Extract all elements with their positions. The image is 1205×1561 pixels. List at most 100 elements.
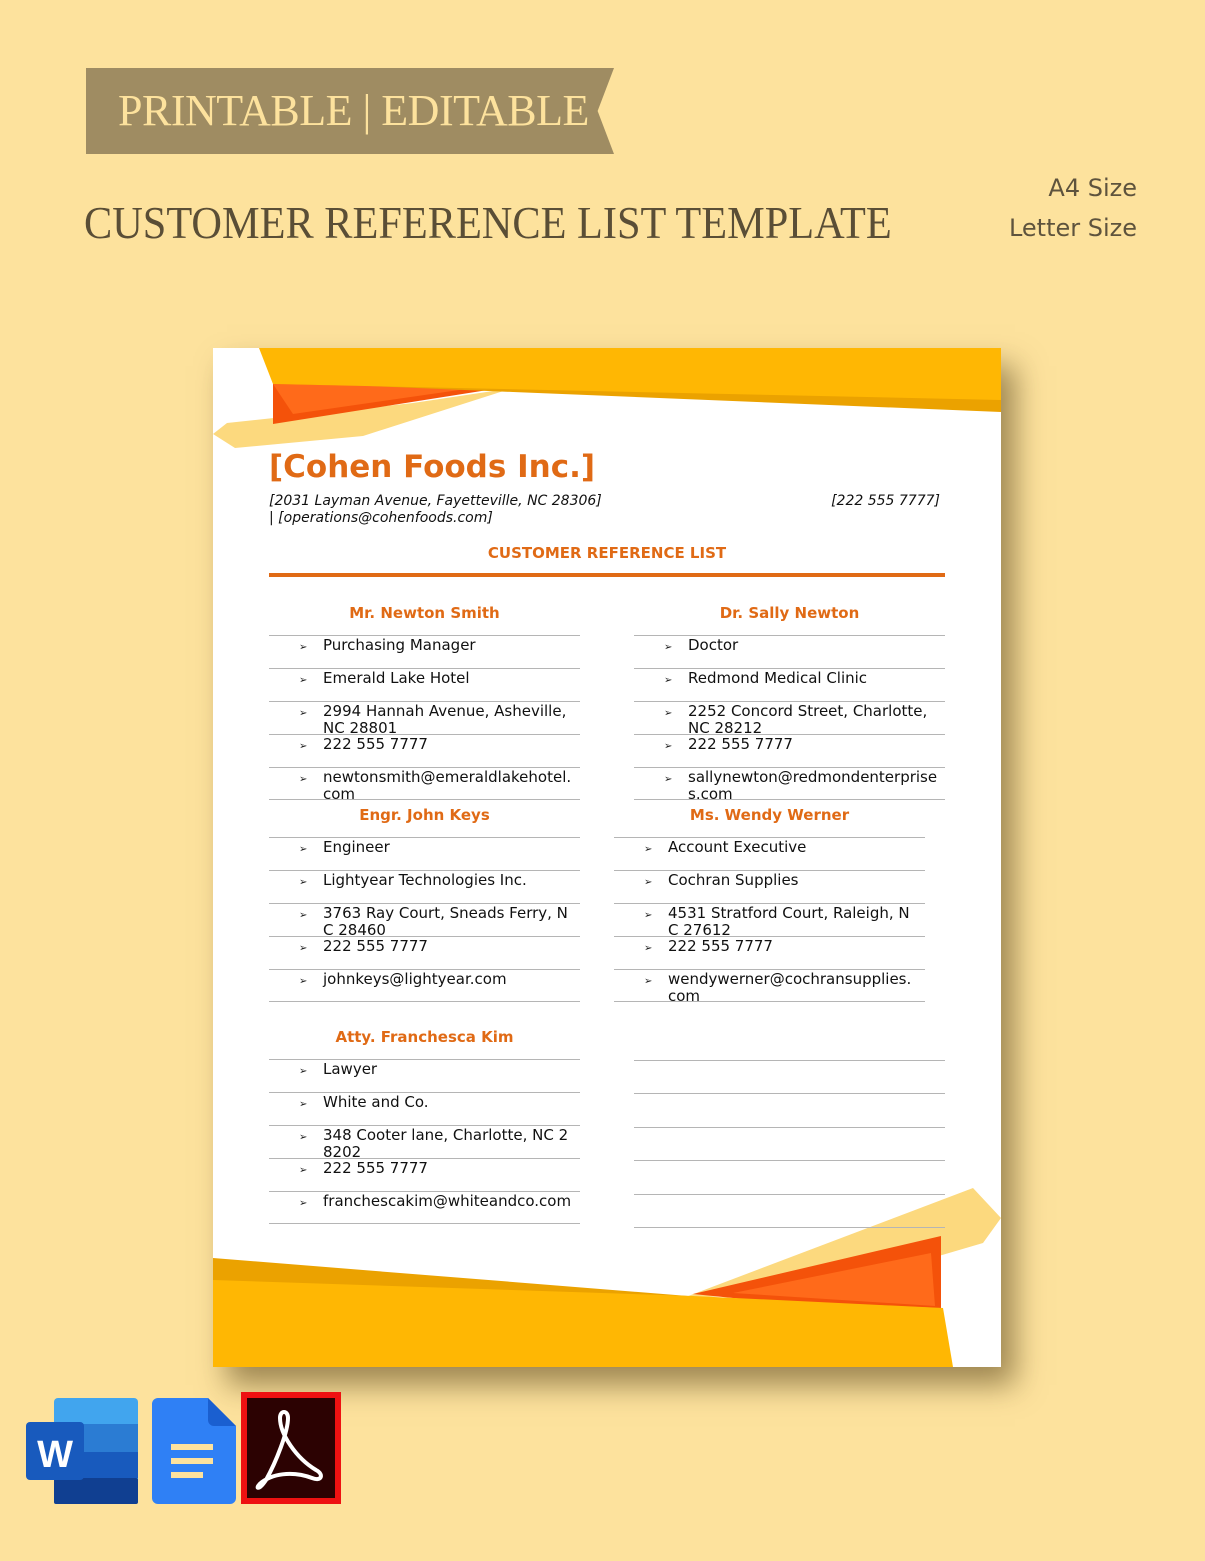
arrow-bullet-icon: ➢ — [664, 741, 673, 752]
arrow-bullet-icon: ➢ — [644, 877, 653, 888]
arrow-bullet-icon: ➢ — [664, 774, 673, 785]
company-email: | [operations@cohenfoods.com] — [269, 510, 493, 526]
reference-company: White and Co. — [323, 1093, 429, 1111]
reference-name: Dr. Sally Newton — [719, 604, 860, 622]
arrow-bullet-icon: ➢ — [664, 708, 673, 719]
reference-title: Engineer — [323, 838, 390, 856]
size-option-a4: A4 Size — [1048, 174, 1137, 202]
document-preview: [Cohen Foods Inc.] [2031 Layman Avenue, … — [213, 348, 1001, 1367]
reference-address: 348 Cooter lane, Charlotte, NC 28202 — [323, 1126, 569, 1161]
reference-company: Emerald Lake Hotel — [323, 669, 470, 687]
reference-detail-row: ➢ 222 555 7777 — [614, 936, 925, 969]
reference-detail-row: ➢ Emerald Lake Hotel — [269, 668, 580, 701]
reference-detail-row: ➢ 222 555 7777 — [269, 734, 580, 767]
reference-email: newtonsmith@emeraldlakehotel.com — [323, 768, 572, 803]
reference-detail-row: ➢ wendywerner@cochransupplies.com — [614, 969, 925, 1005]
reference-title: Lawyer — [323, 1060, 378, 1078]
google-docs-icon — [152, 1398, 236, 1504]
reference-email: wendywerner@cochransupplies.com — [668, 970, 912, 1005]
reference-detail-row: ➢ Purchasing Manager — [269, 635, 580, 668]
reference-phone: 222 555 7777 — [323, 937, 428, 955]
reference-detail-row: ➢ 222 555 7777 — [269, 1158, 580, 1191]
arrow-bullet-icon: ➢ — [299, 1165, 308, 1176]
reference-name: Ms. Wendy Werner — [689, 806, 850, 824]
reference-address: 4531 Stratford Court, Raleigh, NC 27612 — [668, 904, 910, 939]
arrow-bullet-icon: ➢ — [299, 675, 308, 686]
reference-detail-row: ➢ 222 555 7777 — [269, 936, 580, 969]
reference-detail-row: ➢ White and Co. — [269, 1092, 580, 1125]
company-phone: [222 555 7777] — [831, 493, 940, 509]
ribbon-label: PRINTABLE | EDITABLE — [118, 86, 589, 135]
adobe-pdf-icon — [241, 1392, 341, 1504]
arrow-bullet-icon: ➢ — [299, 877, 308, 888]
blank-line — [634, 1193, 945, 1227]
reference-detail-row: ➢ Redmond Medical Clinic — [634, 668, 945, 701]
blank-line — [634, 1160, 945, 1193]
reference-detail-row: ➢ Doctor — [634, 635, 945, 668]
reference-detail-row: ➢ johnkeys@lightyear.com — [269, 969, 580, 1002]
arrow-bullet-icon: ➢ — [299, 1198, 308, 1209]
blank-reference-slot — [634, 1060, 945, 1260]
reference-detail-row: ➢ 2252 Concord Street, Charlotte, NC 2821… — [634, 701, 945, 737]
reference-phone: 222 555 7777 — [323, 735, 428, 753]
document-heading: CUSTOMER REFERENCE LIST — [487, 544, 727, 562]
arrow-bullet-icon: ➢ — [299, 976, 308, 987]
reference-detail-row: ➢ Lawyer — [269, 1059, 580, 1092]
arrow-bullet-icon: ➢ — [299, 741, 308, 752]
reference-phone: 222 555 7777 — [323, 1159, 428, 1177]
arrow-bullet-icon: ➢ — [299, 910, 308, 921]
arrow-bullet-icon: ➢ — [644, 976, 653, 987]
arrow-bullet-icon: ➢ — [299, 1099, 308, 1110]
arrow-bullet-icon: ➢ — [299, 1066, 308, 1077]
page-title: CUSTOMER REFERENCE LIST TEMPLATE — [84, 197, 892, 248]
blank-line — [634, 1226, 945, 1260]
reference-title: Account Executive — [668, 838, 807, 856]
blank-line — [634, 1126, 945, 1160]
reference-detail-row: ➢ 348 Cooter lane, Charlotte, NC 28202 — [269, 1125, 580, 1161]
reference-name: Atty. Franchesca Kim — [335, 1028, 514, 1046]
reference-title: Purchasing Manager — [323, 636, 476, 654]
reference-detail-row: ➢ Lightyear Technologies Inc. — [269, 870, 580, 903]
reference-email: johnkeys@lightyear.com — [323, 970, 507, 988]
size-option-letter: Letter Size — [1008, 214, 1137, 242]
svg-text:W: W — [37, 1434, 73, 1476]
reference-detail-row: ➢ 4531 Stratford Court, Raleigh, NC 27612 — [614, 903, 925, 939]
reference-name: Mr. Newton Smith — [349, 604, 500, 622]
reference-detail-row: ➢ Account Executive — [614, 837, 925, 870]
arrow-bullet-icon: ➢ — [644, 910, 653, 921]
arrow-bullet-icon: ➢ — [299, 642, 308, 653]
arrow-bullet-icon: ➢ — [299, 943, 308, 954]
arrow-bullet-icon: ➢ — [664, 675, 673, 686]
heading-divider — [269, 573, 945, 577]
company-name: [Cohen Foods Inc.] — [269, 449, 596, 485]
reference-phone: 222 555 7777 — [668, 937, 773, 955]
reference-company: Redmond Medical Clinic — [688, 669, 868, 687]
word-icon: W — [26, 1398, 138, 1504]
reference-address: 3763 Ray Court, Sneads Ferry, NC 28460 — [323, 904, 568, 939]
reference-title: Doctor — [688, 636, 739, 654]
arrow-bullet-icon: ➢ — [299, 774, 308, 785]
reference-address: 2252 Concord Street, Charlotte, NC 28212 — [688, 702, 928, 737]
reference-name: Engr. John Keys — [359, 806, 490, 824]
format-icons: W — [26, 1392, 341, 1504]
arrow-bullet-icon: ➢ — [664, 642, 673, 653]
blank-line — [634, 1060, 945, 1093]
reference-detail-row: ➢ 222 555 7777 — [634, 734, 945, 767]
reference-detail-row: ➢ franchescakim@whiteandco.com — [269, 1191, 580, 1224]
blank-line — [634, 1093, 945, 1126]
reference-detail-row: ➢ sallynewton@redmondenterprises.com — [634, 767, 945, 803]
arrow-bullet-icon: ➢ — [299, 708, 308, 719]
company-address: [2031 Layman Avenue, Fayetteville, NC 28… — [269, 493, 602, 509]
reference-detail-row: ➢ Cochran Supplies — [614, 870, 925, 903]
arrow-bullet-icon: ➢ — [644, 844, 653, 855]
reference-detail-row: ➢ 3763 Ray Court, Sneads Ferry, NC 28460 — [269, 903, 580, 939]
reference-email: sallynewton@redmondenterprises.com — [688, 768, 938, 803]
reference-phone: 222 555 7777 — [688, 735, 793, 753]
reference-company: Lightyear Technologies Inc. — [323, 871, 527, 889]
reference-address: 2994 Hannah Avenue, Asheville, NC 28801 — [323, 702, 567, 737]
reference-company: Cochran Supplies — [668, 871, 799, 889]
arrow-bullet-icon: ➢ — [299, 844, 308, 855]
reference-email: franchescakim@whiteandco.com — [323, 1192, 572, 1210]
arrow-bullet-icon: ➢ — [644, 943, 653, 954]
arrow-bullet-icon: ➢ — [299, 1132, 308, 1143]
